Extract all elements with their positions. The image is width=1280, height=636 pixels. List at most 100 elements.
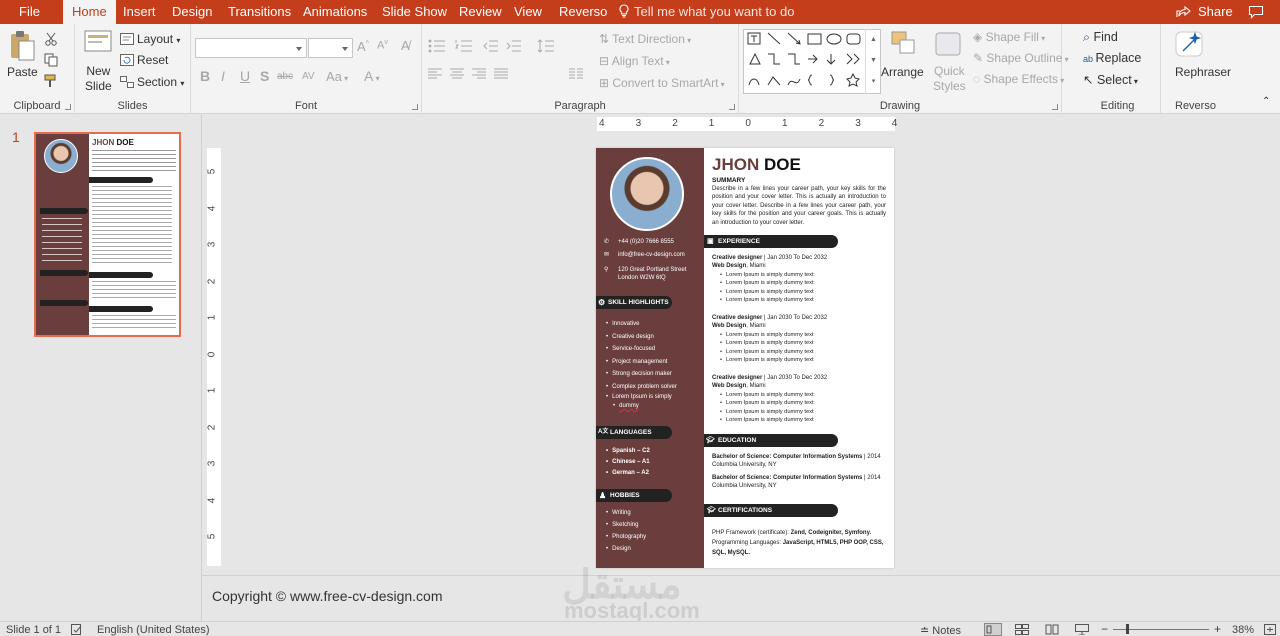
align-left-icon[interactable] (428, 68, 442, 80)
notes-button[interactable]: ≐ Notes (920, 624, 961, 636)
ribbon-home: Paste Clipboard New Slide Layout ▾ Reset… (0, 24, 1280, 114)
layout-button[interactable]: Layout ▾ (137, 32, 180, 46)
notes-pane[interactable]: Copyright © www.free-cv-design.com مستقل… (202, 563, 1280, 623)
font-color-button[interactable]: A ▾ (364, 68, 380, 84)
notes-label: Notes (932, 625, 962, 636)
bold-button[interactable]: B (200, 68, 210, 84)
new-slide-button[interactable]: New Slide (85, 64, 112, 94)
language-status[interactable]: English (United States) (97, 624, 210, 636)
zoom-level[interactable]: 38% (1232, 624, 1254, 636)
select-button[interactable]: ↖ Select ▾ (1083, 72, 1138, 87)
decrease-font-icon[interactable]: Av (377, 39, 388, 52)
zoom-in-button[interactable]: + (1214, 622, 1221, 636)
quick-styles-button[interactable]: Quick Styles (933, 64, 966, 94)
text-shadow-button[interactable]: S (260, 68, 269, 84)
align-center-icon[interactable] (450, 68, 464, 80)
quick-styles-icon[interactable] (933, 30, 963, 58)
slide-thumbnail-1[interactable]: JHON DOE (34, 132, 181, 337)
tab-animations[interactable]: Animations (294, 0, 376, 24)
justify-icon[interactable] (494, 68, 508, 80)
rephraser-icon[interactable] (1174, 30, 1204, 58)
shapes-scroll[interactable]: ▲ ▼ ▾ (865, 29, 881, 94)
clipboard-dialog-launcher[interactable] (65, 104, 71, 110)
increase-indent-icon[interactable] (506, 39, 522, 53)
paste-button[interactable]: Paste (7, 65, 38, 79)
cut-icon[interactable] (44, 32, 58, 46)
shape-outline-button[interactable]: ✎ Shape Outline ▾ (973, 51, 1069, 65)
font-dialog-launcher[interactable] (412, 104, 418, 110)
character-spacing-button[interactable]: AV (302, 71, 315, 82)
format-painter-icon[interactable] (44, 74, 58, 88)
slide-canvas[interactable]: ✆ +44 (0)20 7666 8555 ✉ info@free-cv-desig… (596, 148, 894, 568)
find-button[interactable]: ⌕ Find (1083, 30, 1118, 45)
strikethrough-button[interactable]: abc (277, 71, 293, 82)
tab-insert[interactable]: Insert (114, 0, 165, 24)
tab-reverso[interactable]: Reverso (550, 0, 616, 24)
increase-font-icon[interactable]: A^ (357, 39, 369, 54)
font-size-combo[interactable] (308, 38, 353, 58)
scroll-down-icon[interactable]: ▼ (866, 50, 881, 71)
smartart-icon: ⊞ (599, 76, 613, 90)
arrange-button[interactable]: Arrange (881, 65, 924, 79)
education-degree: Bachelor of Science: Computer Informatio… (712, 475, 863, 481)
shape-fill-button[interactable]: ◈ Shape Fill ▾ (973, 30, 1045, 44)
align-right-icon[interactable] (472, 68, 486, 80)
briefcase-icon: ▣ (707, 238, 714, 245)
horizontal-ruler[interactable]: 4 3 2 1 0 1 2 3 4 (597, 117, 897, 131)
underline-button[interactable]: U (240, 68, 250, 84)
scroll-up-icon[interactable]: ▲ (866, 29, 881, 50)
decrease-indent-icon[interactable] (483, 39, 499, 53)
tab-view[interactable]: View (505, 0, 551, 24)
shape-effects-button[interactable]: ◌ Shape Effects ▾ (973, 72, 1064, 86)
job-duty: Lorem Ipsum is simply dummy text (712, 271, 888, 280)
paragraph-dialog-launcher[interactable] (729, 104, 735, 110)
slide-sorter-icon[interactable] (1015, 624, 1029, 635)
tab-slide-show[interactable]: Slide Show (373, 0, 456, 24)
tab-transitions[interactable]: Transitions (219, 0, 300, 24)
job-title-line: Creative designer | Jan 2030 To Dec 2032 (712, 314, 888, 322)
lightbulb-icon (619, 4, 629, 18)
ruler-tick-label: 3 (206, 241, 218, 248)
clear-formatting-icon[interactable]: A̸ (401, 38, 410, 53)
drawing-dialog-launcher[interactable] (1052, 104, 1058, 110)
normal-view-icon[interactable] (984, 623, 1002, 636)
numbering-icon[interactable] (455, 39, 473, 53)
change-case-button[interactable]: Aa ▾ (326, 69, 348, 84)
more-shapes-icon[interactable]: ▾ (866, 71, 881, 92)
new-slide-icon[interactable] (83, 28, 113, 54)
line-spacing-icon[interactable] (537, 39, 555, 53)
tab-design[interactable]: Design (163, 0, 221, 24)
tab-review[interactable]: Review (450, 0, 511, 24)
rephraser-button[interactable]: Rephraser (1175, 65, 1231, 79)
tell-me-search[interactable]: Tell me what you want to do (618, 0, 794, 24)
collapse-ribbon-icon[interactable]: ⌃ (1262, 96, 1270, 107)
section-button[interactable]: Section ▾ (137, 75, 184, 89)
fit-slide-icon[interactable] (1264, 624, 1276, 635)
email-text: info@free-cv-design.com (618, 252, 685, 258)
text-direction-button[interactable]: ⇅ Text Direction ▾ (599, 32, 691, 46)
convert-smartart-button[interactable]: ⊞ Convert to SmartArt ▾ (599, 76, 725, 90)
slideshow-icon[interactable] (1075, 624, 1089, 635)
reading-view-icon[interactable] (1045, 624, 1059, 635)
spell-check-icon[interactable] (71, 624, 83, 635)
education-year: | 2014 (864, 454, 881, 460)
bullets-icon[interactable] (428, 39, 446, 53)
columns-icon[interactable] (569, 68, 583, 80)
font-name-combo[interactable] (195, 38, 307, 58)
align-text-button[interactable]: ⊟ Align Text ▾ (599, 54, 670, 68)
italic-button[interactable]: I (221, 68, 225, 84)
reset-button[interactable]: Reset (137, 53, 168, 67)
comments-icon[interactable] (1248, 5, 1264, 19)
arrange-icon[interactable] (890, 30, 918, 58)
zoom-out-button[interactable]: − (1101, 622, 1108, 636)
job-title-line: Creative designer | Jan 2030 To Dec 2032 (712, 254, 888, 262)
education-school: Columbia University, NY (712, 483, 777, 490)
replace-button[interactable]: ab Replace (1083, 51, 1141, 65)
tab-file[interactable]: File (10, 0, 49, 24)
zoom-slider-handle[interactable] (1126, 624, 1129, 634)
vertical-ruler[interactable]: 5 4 3 2 1 0 1 2 3 4 5 (206, 148, 221, 566)
paste-icon[interactable] (8, 30, 36, 62)
share-button[interactable]: Share (1176, 0, 1233, 24)
copy-icon[interactable] (44, 53, 58, 67)
tab-home[interactable]: Home (63, 0, 116, 24)
